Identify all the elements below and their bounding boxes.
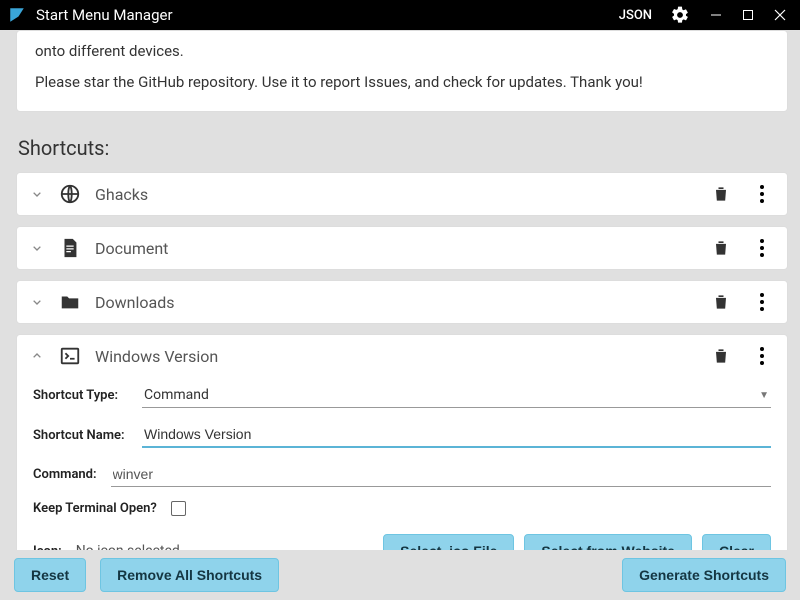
json-button[interactable]: JSON [611, 0, 660, 30]
trash-icon[interactable] [711, 346, 731, 366]
chevron-down-icon [29, 186, 45, 202]
shortcut-name-input[interactable] [142, 422, 771, 448]
shortcut-header[interactable]: Document [17, 227, 787, 269]
window-title: Start Menu Manager [36, 6, 611, 24]
clear-icon-button[interactable]: Clear [702, 534, 771, 550]
command-input[interactable] [111, 462, 771, 487]
intro-card: onto different devices. Please star the … [16, 30, 788, 112]
remove-all-button[interactable]: Remove All Shortcuts [100, 558, 279, 592]
keep-terminal-checkbox[interactable] [171, 501, 186, 516]
keep-terminal-label: Keep Terminal Open? [33, 501, 157, 516]
trash-icon[interactable] [711, 238, 731, 258]
minimize-button[interactable] [700, 0, 732, 30]
shortcut-type-value: Command [144, 387, 209, 403]
terminal-icon [59, 345, 81, 367]
shortcut-type-select[interactable]: Command ▼ [142, 383, 771, 408]
globe-icon [59, 183, 81, 205]
close-icon [774, 9, 786, 21]
shortcut-card: Document [16, 226, 788, 270]
footer: Reset Remove All Shortcuts Generate Shor… [0, 550, 800, 600]
close-button[interactable] [764, 0, 796, 30]
icon-label: Icon: [33, 544, 62, 551]
reset-button[interactable]: Reset [14, 558, 86, 592]
titlebar: Start Menu Manager JSON [0, 0, 800, 30]
app-icon [8, 6, 26, 24]
minimize-icon [710, 9, 722, 21]
shortcut-card: Windows Version Shortcut Type: Command ▼… [16, 334, 788, 550]
gear-icon [670, 5, 690, 25]
intro-line-2: Please star the GitHub repository. Use i… [35, 72, 769, 93]
trash-icon[interactable] [711, 184, 731, 204]
shortcuts-section-title: Shortcuts: [18, 136, 788, 160]
shortcut-type-label: Shortcut Type: [33, 388, 128, 403]
maximize-icon [742, 9, 754, 21]
shortcut-header[interactable]: Ghacks [17, 173, 787, 215]
caret-down-icon: ▼ [759, 390, 769, 401]
intro-line-partial: onto different devices. [35, 41, 769, 62]
kebab-icon[interactable] [759, 238, 765, 258]
shortcut-name: Downloads [95, 293, 697, 312]
generate-button[interactable]: Generate Shortcuts [622, 558, 786, 592]
shortcut-header[interactable]: Downloads [17, 281, 787, 323]
main-content: onto different devices. Please star the … [0, 30, 800, 550]
kebab-icon[interactable] [759, 184, 765, 204]
settings-button[interactable] [660, 0, 700, 30]
shortcut-card: Downloads [16, 280, 788, 324]
select-from-website-button[interactable]: Select from Website [524, 534, 692, 550]
shortcut-name: Ghacks [95, 185, 697, 204]
shortcut-body: Shortcut Type: Command ▼ Shortcut Name: … [17, 377, 787, 550]
document-icon [59, 237, 81, 259]
command-label: Command: [33, 467, 97, 482]
trash-icon[interactable] [711, 292, 731, 312]
shortcut-header[interactable]: Windows Version [17, 335, 787, 377]
chevron-down-icon [29, 294, 45, 310]
maximize-button[interactable] [732, 0, 764, 30]
chevron-up-icon [29, 348, 45, 364]
select-ico-button[interactable]: Select .ico File [383, 534, 514, 550]
shortcut-name: Document [95, 239, 697, 258]
kebab-icon[interactable] [759, 292, 765, 312]
chevron-down-icon [29, 240, 45, 256]
folder-icon [59, 291, 81, 313]
shortcut-name-label: Shortcut Name: [33, 428, 128, 443]
shortcut-name: Windows Version [95, 347, 697, 366]
kebab-icon[interactable] [759, 346, 765, 366]
shortcut-card: Ghacks [16, 172, 788, 216]
icon-status: No icon selected. [76, 543, 369, 550]
